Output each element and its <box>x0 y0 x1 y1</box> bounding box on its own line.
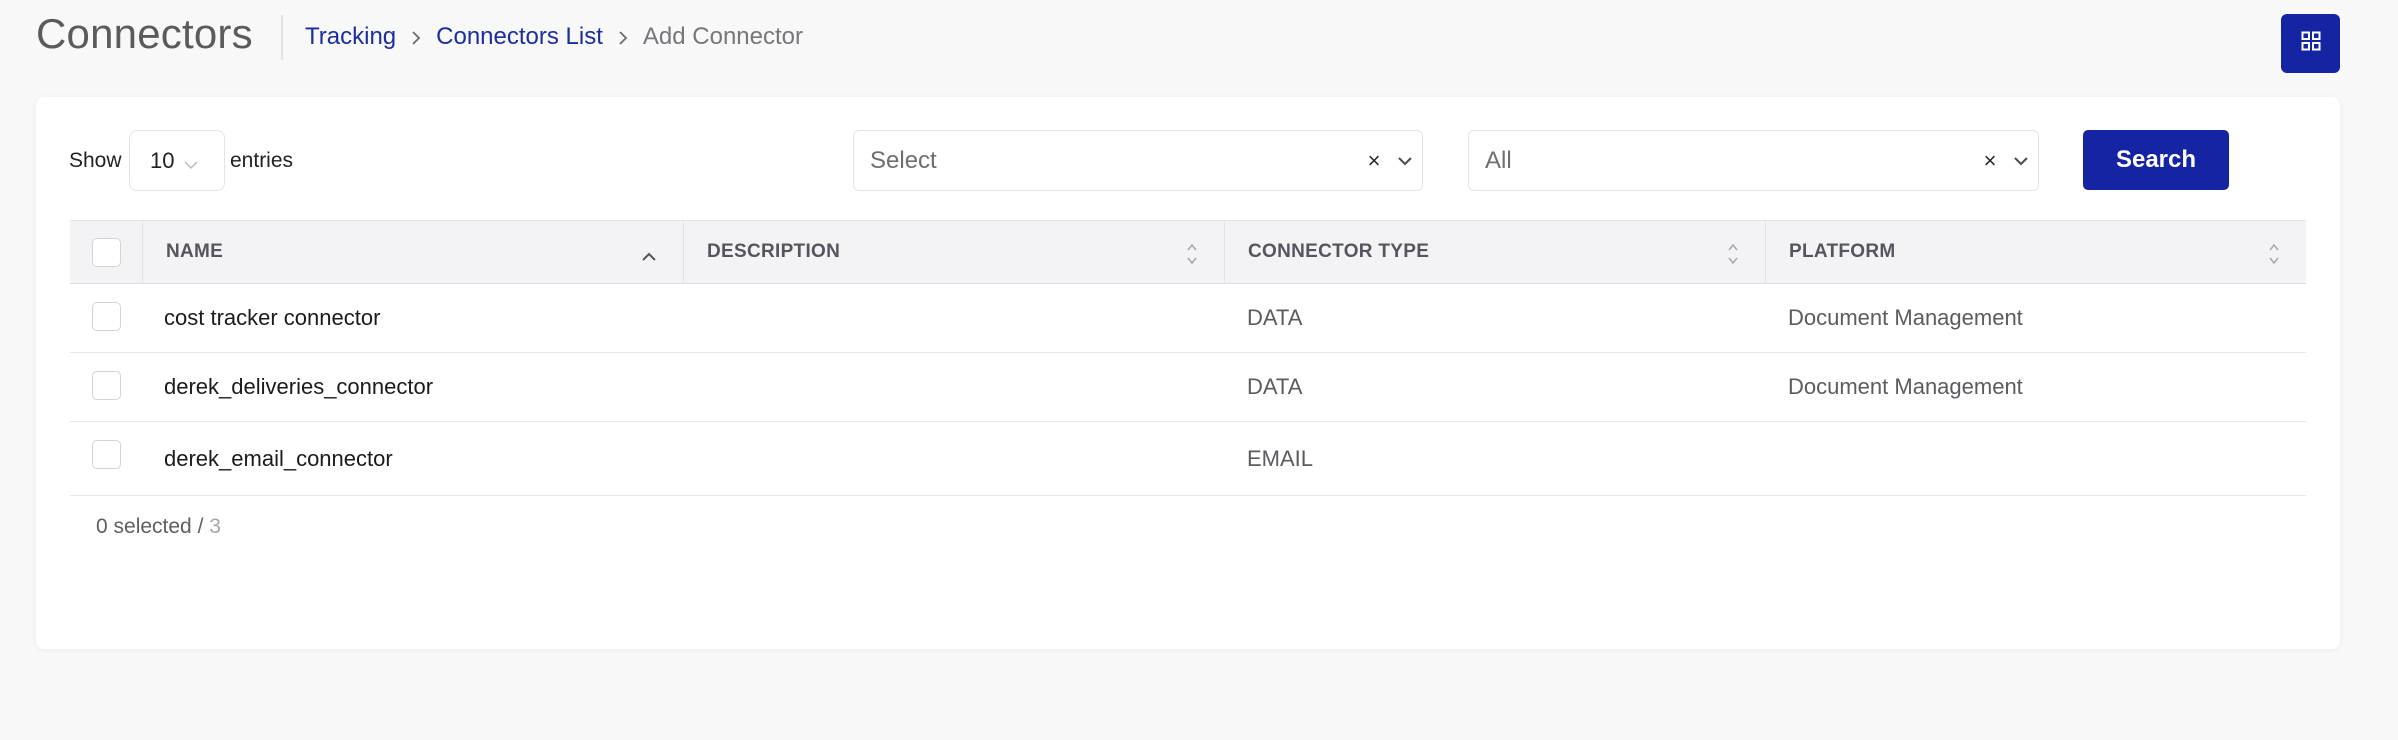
column-connector-type-label: CONNECTOR TYPE <box>1248 241 1430 262</box>
sort-icon[interactable] <box>2268 242 2280 272</box>
selected-count-label: 0 selected / <box>96 515 204 538</box>
clear-icon[interactable]: × <box>1976 148 2004 174</box>
show-label: Show <box>69 149 122 172</box>
column-header-platform[interactable]: PLATFORM <box>1765 221 2306 283</box>
search-button[interactable]: Search <box>2083 130 2229 190</box>
column-name-label: NAME <box>166 241 224 262</box>
column-header-description[interactable]: DESCRIPTION <box>683 221 1224 283</box>
breadcrumb: Tracking Connectors List Add Connector <box>305 22 803 52</box>
filter-select-1-value: Select <box>870 146 937 174</box>
cell-name: derek_deliveries_connector <box>164 374 434 399</box>
connectors-table: NAME DESCRIPTION CONNECTOR TYPE PLATFORM <box>70 220 2306 496</box>
grid-icon <box>2301 31 2321 56</box>
column-platform-label: PLATFORM <box>1789 241 1896 262</box>
cell-connector-type: EMAIL <box>1247 445 1314 471</box>
chevron-down-icon[interactable] <box>2004 156 2038 166</box>
breadcrumb-tracking[interactable]: Tracking <box>305 23 396 51</box>
sort-ascending-icon[interactable] <box>641 246 657 268</box>
clear-icon[interactable]: × <box>1360 148 1388 174</box>
cell-connector-type: DATA <box>1247 305 1303 330</box>
page-title: Connectors <box>36 10 253 57</box>
total-count: 3 <box>209 515 221 538</box>
entries-value: 10 <box>150 147 175 173</box>
breadcrumb-connectors-list[interactable]: Connectors List <box>436 23 603 51</box>
chevron-down-icon <box>184 150 199 176</box>
chevron-right-icon <box>603 23 643 51</box>
chevron-right-icon <box>396 23 436 51</box>
cell-name: cost tracker connector <box>164 305 381 330</box>
chevron-down-icon[interactable] <box>1388 156 1422 166</box>
row-checkbox[interactable] <box>92 371 121 400</box>
table-row[interactable]: derek_deliveries_connector DATA Document… <box>70 353 2306 422</box>
breadcrumb-add-connector: Add Connector <box>642 23 803 50</box>
filter-select-1[interactable]: Select × <box>853 130 1423 191</box>
connectors-card: Show 10 entries Select × All × Search NA… <box>36 97 2340 649</box>
grid-view-button[interactable] <box>2281 14 2340 73</box>
row-checkbox[interactable] <box>92 302 121 331</box>
table-row[interactable]: cost tracker connector DATA Document Man… <box>70 284 2306 353</box>
column-description-label: DESCRIPTION <box>707 241 841 262</box>
filter-select-2-value: All <box>1485 146 1512 174</box>
row-checkbox[interactable] <box>92 440 121 469</box>
column-header-connector-type[interactable]: CONNECTOR TYPE <box>1224 221 1765 283</box>
cell-connector-type: DATA <box>1247 374 1303 399</box>
cell-platform: Document Management <box>1788 305 2023 330</box>
selection-count: 0 selected / 3 <box>96 515 221 539</box>
filter-select-2[interactable]: All × <box>1468 130 2039 191</box>
cell-name: derek_email_connector <box>164 445 393 471</box>
page-header: Connectors Tracking Connectors List Add … <box>0 0 2398 80</box>
sort-icon[interactable] <box>1186 242 1198 272</box>
entries-label: entries <box>230 149 294 172</box>
select-all-checkbox[interactable] <box>92 237 121 267</box>
cell-platform: Document Management <box>1788 374 2023 399</box>
entries-per-page-select[interactable]: 10 <box>129 130 225 191</box>
sort-icon[interactable] <box>1727 242 1739 272</box>
header-divider <box>281 15 283 60</box>
table-header: NAME DESCRIPTION CONNECTOR TYPE PLATFORM <box>70 220 2306 284</box>
table-row[interactable]: derek_email_connector EMAIL <box>70 422 2306 496</box>
column-header-name[interactable]: NAME <box>142 221 683 283</box>
select-all-cell <box>70 221 142 283</box>
